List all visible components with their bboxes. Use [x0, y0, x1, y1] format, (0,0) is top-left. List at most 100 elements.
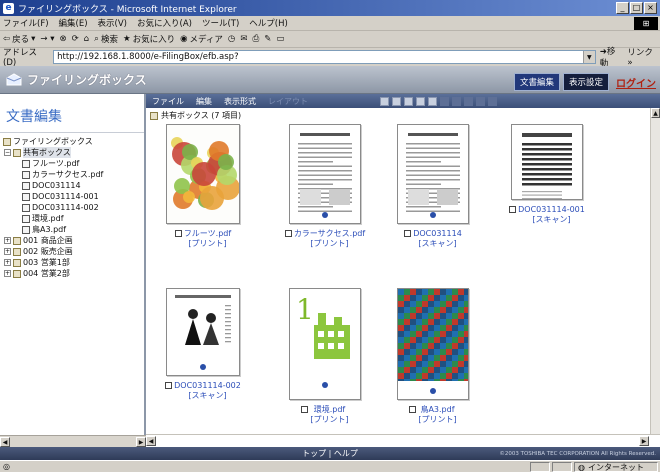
minimize-button[interactable]: _ [616, 2, 629, 14]
document-thumbnail[interactable] [511, 124, 583, 217]
search-button[interactable]: ⌕ 検索 [94, 33, 118, 45]
login-link[interactable]: ログイン [616, 75, 656, 90]
tool-icon[interactable] [392, 96, 401, 106]
menu-view[interactable]: 表示(V) [98, 17, 127, 29]
document-name-link[interactable]: DOC031114-002 [174, 381, 241, 391]
stop-icon[interactable]: ⊗ [60, 34, 67, 44]
tree-item-document[interactable]: フルーツ.pdf [0, 158, 144, 169]
tree-item-box[interactable]: − 共有ボックス [0, 147, 144, 158]
document-thumbnail[interactable]: 1 [289, 288, 361, 400]
tree-item-box[interactable]: +004 営業2部 [0, 268, 144, 279]
tree-item-box[interactable]: +003 営業1部 [0, 257, 144, 268]
address-dropdown-icon[interactable]: ▼ [582, 51, 595, 63]
select-checkbox[interactable] [404, 230, 412, 237]
display-settings-button[interactable]: 表示設定 [562, 73, 609, 91]
content-menu-edit[interactable]: 編集 [196, 96, 212, 107]
select-checkbox[interactable] [284, 230, 292, 237]
menu-tools[interactable]: ツール(T) [202, 17, 239, 29]
document-name-link[interactable]: 環境.pdf [314, 405, 346, 415]
document-item[interactable]: DOC031114-002 [スキャン] [148, 288, 258, 401]
scroll-left-icon[interactable]: ◀ [0, 437, 10, 447]
menu-favorites[interactable]: お気に入り(A) [137, 17, 192, 29]
mail-icon[interactable]: ✉ [240, 34, 247, 44]
content-menu-layout[interactable]: レイアウト [268, 96, 308, 107]
tree-item-document[interactable]: DOC031114 [0, 180, 144, 191]
document-name-link[interactable]: カラーサクセス.pdf [294, 229, 365, 239]
left-horizontal-scrollbar[interactable]: ◀ ▶ [0, 435, 146, 447]
tool-icon[interactable] [428, 96, 437, 106]
document-item[interactable]: DOC031114 [スキャン] [378, 124, 488, 249]
select-checkbox[interactable] [165, 382, 173, 389]
menu-help[interactable]: ヘルプ(H) [249, 17, 288, 29]
document-item[interactable]: フルーツ.pdf [プリント] [148, 124, 258, 249]
select-checkbox[interactable] [174, 230, 182, 237]
discuss-icon[interactable]: ▭ [276, 34, 284, 44]
expand-icon[interactable]: + [4, 259, 11, 266]
vertical-scrollbar[interactable]: ▲ ▼ [650, 108, 660, 447]
document-thumbnail[interactable] [397, 288, 470, 400]
document-type: [スキャン] [418, 239, 457, 248]
links-button[interactable]: リンク » [627, 46, 660, 68]
favorites-button[interactable]: ★ お気に入り [123, 33, 175, 45]
document-type: [スキャン] [188, 391, 227, 400]
document-edit-button[interactable]: 文書編集 [513, 73, 560, 91]
document-caption: 環境.pdf [プリント] [270, 405, 380, 425]
edit-icon[interactable]: ✎ [264, 34, 271, 44]
tool-icon[interactable] [404, 96, 413, 106]
tree-item-document[interactable]: DOC031114-001 [0, 191, 144, 202]
scroll-right-icon[interactable]: ▶ [639, 436, 649, 446]
document-name-link[interactable]: フルーツ.pdf [184, 229, 231, 239]
scroll-right-icon[interactable]: ▶ [136, 437, 146, 447]
content-menu-view[interactable]: 表示形式 [224, 96, 256, 107]
document-item[interactable]: 1 環境.pdf [プリント] [270, 288, 380, 425]
back-button[interactable]: ⇦ 戻る ▾ [3, 33, 35, 45]
window-controls: _ □ × [616, 2, 657, 14]
document-item[interactable]: 鳥A3.pdf [プリント] [378, 288, 488, 425]
print-icon[interactable]: ⎙ [252, 34, 259, 44]
address-input[interactable]: http://192.168.1.8000/e-FilingBox/efb.as… [53, 50, 596, 64]
tree-item-document[interactable]: 環境.pdf [0, 213, 144, 224]
document-thumbnail[interactable] [289, 124, 361, 224]
select-checkbox[interactable] [509, 206, 517, 213]
tree-item-document[interactable]: 鳥A3.pdf [0, 224, 144, 235]
expand-icon[interactable]: + [4, 237, 11, 244]
tool-icon-disabled [476, 96, 485, 106]
tool-icon[interactable] [380, 96, 389, 106]
collapse-icon[interactable]: − [4, 149, 11, 156]
tree-item-box[interactable]: +001 商品企画 [0, 235, 144, 246]
tree-item-document[interactable]: DOC031114-002 [0, 202, 144, 213]
close-button[interactable]: × [644, 2, 657, 14]
scroll-left-icon[interactable]: ◀ [146, 436, 156, 446]
document-item[interactable]: カラーサクセス.pdf [プリント] [270, 124, 380, 249]
maximize-button[interactable]: □ [630, 2, 643, 14]
home-icon[interactable]: ⌂ [84, 34, 89, 44]
history-icon[interactable]: ◷ [228, 34, 235, 44]
select-checkbox[interactable] [301, 406, 309, 413]
media-button[interactable]: ◉ メディア [180, 33, 223, 45]
refresh-icon[interactable]: ⟳ [72, 34, 79, 44]
select-checkbox[interactable] [409, 406, 417, 413]
content-horizontal-scrollbar[interactable]: ◀ ▶ [146, 434, 660, 447]
scroll-up-icon[interactable]: ▲ [651, 108, 660, 118]
document-name-link[interactable]: DOC031114-001 [518, 205, 585, 215]
menu-file[interactable]: ファイル(F) [3, 17, 49, 29]
menu-edit[interactable]: 編集(E) [59, 17, 88, 29]
footer-links[interactable]: トップ | ヘルプ [302, 448, 358, 459]
tree-item-document[interactable]: カラーサクセス.pdf [0, 169, 144, 180]
document-thumbnail[interactable] [166, 288, 240, 376]
tree-item-root[interactable]: ファイリングボックス [0, 136, 144, 147]
document-thumbnail[interactable] [166, 124, 240, 224]
content-menu-file[interactable]: ファイル [152, 96, 184, 107]
document-item[interactable]: DOC031114-001 [スキャン] [492, 124, 602, 225]
back-arrow-icon: ⇦ [3, 34, 11, 44]
tool-icon[interactable] [416, 96, 425, 106]
expand-icon[interactable]: + [4, 270, 11, 277]
forward-button[interactable]: → ▾ [40, 34, 54, 44]
document-thumbnail[interactable] [397, 124, 469, 224]
document-name-link[interactable]: DOC031114 [413, 229, 462, 239]
page-title: 文書編集 [6, 109, 62, 125]
document-name-link[interactable]: 鳥A3.pdf [420, 405, 454, 415]
tree-item-box[interactable]: +002 販売企画 [0, 246, 144, 257]
globe-icon: ◍ [578, 462, 585, 472]
expand-icon[interactable]: + [4, 248, 11, 255]
